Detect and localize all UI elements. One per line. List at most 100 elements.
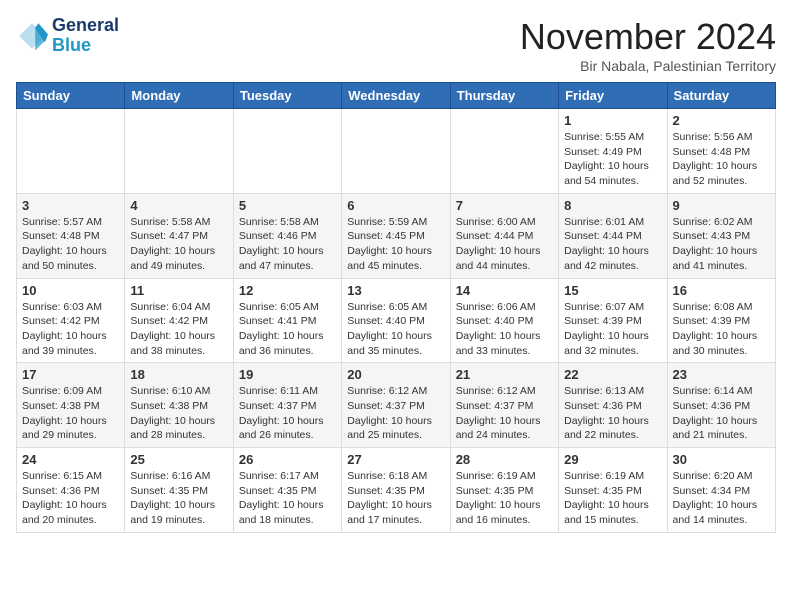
- day-number: 15: [564, 283, 661, 298]
- calendar-day-cell: [450, 109, 558, 194]
- calendar-day-cell: 23 Sunrise: 6:14 AMSunset: 4:36 PMDayligh…: [667, 363, 775, 448]
- day-info: Sunrise: 6:18 AMSunset: 4:35 PMDaylight:…: [347, 469, 444, 528]
- day-number: 11: [130, 283, 227, 298]
- calendar-day-cell: 15Sunrise: 6:07 AMSunset: 4:39 PMDayligh…: [559, 278, 667, 363]
- day-info: Sunrise: 5:55 AMSunset: 4:49 PMDaylight:…: [564, 130, 661, 189]
- calendar-day-cell: [17, 109, 125, 194]
- calendar-day-cell: 3Sunrise: 5:57 AMSunset: 4:48 PMDaylight…: [17, 193, 125, 278]
- day-info: Sunrise: 6:04 AMSunset: 4:42 PMDaylight:…: [130, 300, 227, 359]
- day-info: Sunrise: 6:03 AMSunset: 4:42 PMDaylight:…: [22, 300, 119, 359]
- day-info: Sunrise: 6:08 AMSunset: 4:39 PMDaylight:…: [673, 300, 770, 359]
- calendar-week-row: 17 Sunrise: 6:09 AMSunset: 4:38 PMDayligh…: [17, 363, 776, 448]
- day-number: 5: [239, 198, 336, 213]
- day-info: Sunrise: 6:01 AMSunset: 4:44 PMDaylight:…: [564, 215, 661, 274]
- day-number: 13: [347, 283, 444, 298]
- day-info: Sunrise: 6:06 AMSunset: 4:40 PMDaylight:…: [456, 300, 553, 359]
- calendar-day-cell: 20Sunrise: 6:12 AMSunset: 4:37 PMDayligh…: [342, 363, 450, 448]
- calendar-day-cell: 4Sunrise: 5:58 AMSunset: 4:47 PMDaylight…: [125, 193, 233, 278]
- day-number: 26: [239, 452, 336, 467]
- day-info: Sunrise: 6:20 AMSunset: 4:34 PMDaylight:…: [673, 469, 770, 528]
- day-number: 9: [673, 198, 770, 213]
- calendar-day-cell: 14Sunrise: 6:06 AMSunset: 4:40 PMDayligh…: [450, 278, 558, 363]
- calendar-day-cell: 26 Sunrise: 6:17 AMSunset: 4:35 PMDayligh…: [233, 448, 341, 533]
- title-block: November 2024 Bir Nabala, Palestinian Te…: [520, 16, 776, 74]
- calendar-day-cell: 7 Sunrise: 6:00 AMSunset: 4:44 PMDaylight…: [450, 193, 558, 278]
- calendar-day-cell: 28 Sunrise: 6:19 AMSunset: 4:35 PMDayligh…: [450, 448, 558, 533]
- day-number: 21: [456, 367, 553, 382]
- day-number: 8: [564, 198, 661, 213]
- day-info: Sunrise: 6:05 AMSunset: 4:40 PMDaylight:…: [347, 300, 444, 359]
- day-number: 12: [239, 283, 336, 298]
- calendar-day-cell: 16 Sunrise: 6:08 AMSunset: 4:39 PMDayligh…: [667, 278, 775, 363]
- calendar-day-cell: 18Sunrise: 6:10 AMSunset: 4:38 PMDayligh…: [125, 363, 233, 448]
- weekday-header: Saturday: [667, 83, 775, 109]
- page-header: General Blue November 2024 Bir Nabala, P…: [16, 16, 776, 74]
- day-number: 1: [564, 113, 661, 128]
- day-info: Sunrise: 5:56 AMSunset: 4:48 PMDaylight:…: [673, 130, 770, 189]
- day-number: 22: [564, 367, 661, 382]
- calendar-day-cell: 13 Sunrise: 6:05 AMSunset: 4:40 PMDayligh…: [342, 278, 450, 363]
- day-info: Sunrise: 5:58 AMSunset: 4:46 PMDaylight:…: [239, 215, 336, 274]
- day-info: Sunrise: 6:00 AMSunset: 4:44 PMDaylight:…: [456, 215, 553, 274]
- logo-icon: [16, 20, 48, 52]
- day-number: 30: [673, 452, 770, 467]
- calendar-day-cell: 24 Sunrise: 6:15 AMSunset: 4:36 PMDayligh…: [17, 448, 125, 533]
- weekday-header: Monday: [125, 83, 233, 109]
- calendar-day-cell: [342, 109, 450, 194]
- calendar-day-cell: 17 Sunrise: 6:09 AMSunset: 4:38 PMDayligh…: [17, 363, 125, 448]
- weekday-header: Sunday: [17, 83, 125, 109]
- calendar-day-cell: 25Sunrise: 6:16 AMSunset: 4:35 PMDayligh…: [125, 448, 233, 533]
- day-info: Sunrise: 6:19 AMSunset: 4:35 PMDaylight:…: [456, 469, 553, 528]
- calendar-day-cell: 12 Sunrise: 6:05 AMSunset: 4:41 PMDayligh…: [233, 278, 341, 363]
- day-number: 28: [456, 452, 553, 467]
- day-number: 29: [564, 452, 661, 467]
- day-info: Sunrise: 6:12 AMSunset: 4:37 PMDaylight:…: [456, 384, 553, 443]
- month-title: November 2024: [520, 16, 776, 58]
- day-info: Sunrise: 6:12 AMSunset: 4:37 PMDaylight:…: [347, 384, 444, 443]
- calendar-week-row: 3Sunrise: 5:57 AMSunset: 4:48 PMDaylight…: [17, 193, 776, 278]
- calendar-day-cell: 1 Sunrise: 5:55 AMSunset: 4:49 PMDaylight…: [559, 109, 667, 194]
- calendar-day-cell: 22 Sunrise: 6:13 AMSunset: 4:36 PMDayligh…: [559, 363, 667, 448]
- day-number: 24: [22, 452, 119, 467]
- day-number: 27: [347, 452, 444, 467]
- calendar-day-cell: 21 Sunrise: 6:12 AMSunset: 4:37 PMDayligh…: [450, 363, 558, 448]
- day-number: 10: [22, 283, 119, 298]
- calendar-week-row: 1 Sunrise: 5:55 AMSunset: 4:49 PMDaylight…: [17, 109, 776, 194]
- day-number: 2: [673, 113, 770, 128]
- day-number: 6: [347, 198, 444, 213]
- calendar-day-cell: 2 Sunrise: 5:56 AMSunset: 4:48 PMDaylight…: [667, 109, 775, 194]
- calendar-day-cell: [233, 109, 341, 194]
- calendar-day-cell: 8 Sunrise: 6:01 AMSunset: 4:44 PMDaylight…: [559, 193, 667, 278]
- day-info: Sunrise: 6:02 AMSunset: 4:43 PMDaylight:…: [673, 215, 770, 274]
- day-info: Sunrise: 6:19 AMSunset: 4:35 PMDaylight:…: [564, 469, 661, 528]
- day-number: 18: [130, 367, 227, 382]
- weekday-header-row: SundayMondayTuesdayWednesdayThursdayFrid…: [17, 83, 776, 109]
- day-info: Sunrise: 6:14 AMSunset: 4:36 PMDaylight:…: [673, 384, 770, 443]
- day-number: 16: [673, 283, 770, 298]
- day-info: Sunrise: 6:17 AMSunset: 4:35 PMDaylight:…: [239, 469, 336, 528]
- location: Bir Nabala, Palestinian Territory: [520, 58, 776, 74]
- day-info: Sunrise: 5:58 AMSunset: 4:47 PMDaylight:…: [130, 215, 227, 274]
- day-info: Sunrise: 6:16 AMSunset: 4:35 PMDaylight:…: [130, 469, 227, 528]
- calendar-day-cell: 19 Sunrise: 6:11 AMSunset: 4:37 PMDayligh…: [233, 363, 341, 448]
- day-info: Sunrise: 6:05 AMSunset: 4:41 PMDaylight:…: [239, 300, 336, 359]
- day-number: 7: [456, 198, 553, 213]
- day-info: Sunrise: 5:59 AMSunset: 4:45 PMDaylight:…: [347, 215, 444, 274]
- day-info: Sunrise: 6:13 AMSunset: 4:36 PMDaylight:…: [564, 384, 661, 443]
- calendar-day-cell: 6 Sunrise: 5:59 AMSunset: 4:45 PMDaylight…: [342, 193, 450, 278]
- weekday-header: Wednesday: [342, 83, 450, 109]
- day-info: Sunrise: 5:57 AMSunset: 4:48 PMDaylight:…: [22, 215, 119, 274]
- day-number: 17: [22, 367, 119, 382]
- logo: General Blue: [16, 16, 119, 56]
- calendar-day-cell: 11 Sunrise: 6:04 AMSunset: 4:42 PMDayligh…: [125, 278, 233, 363]
- calendar-day-cell: 27 Sunrise: 6:18 AMSunset: 4:35 PMDayligh…: [342, 448, 450, 533]
- day-number: 19: [239, 367, 336, 382]
- weekday-header: Thursday: [450, 83, 558, 109]
- day-info: Sunrise: 6:09 AMSunset: 4:38 PMDaylight:…: [22, 384, 119, 443]
- day-number: 23: [673, 367, 770, 382]
- day-info: Sunrise: 6:11 AMSunset: 4:37 PMDaylight:…: [239, 384, 336, 443]
- weekday-header: Tuesday: [233, 83, 341, 109]
- calendar-week-row: 10 Sunrise: 6:03 AMSunset: 4:42 PMDayligh…: [17, 278, 776, 363]
- day-info: Sunrise: 6:15 AMSunset: 4:36 PMDaylight:…: [22, 469, 119, 528]
- calendar-day-cell: 30 Sunrise: 6:20 AMSunset: 4:34 PMDayligh…: [667, 448, 775, 533]
